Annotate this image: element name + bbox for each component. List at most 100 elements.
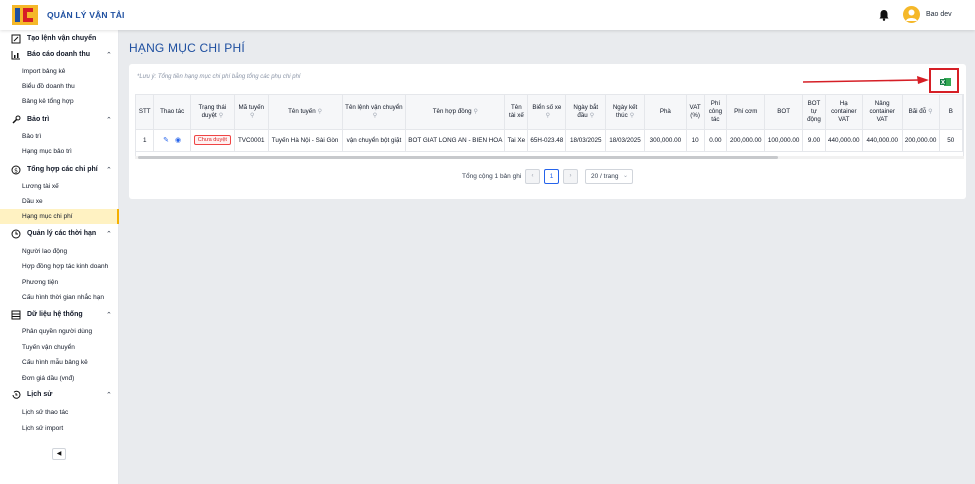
sidebar: Tạo lệnh vận chuyển Báo cáo doanh thu ⌃ … <box>0 30 119 484</box>
sidebar-item-fuel-price[interactable]: Đơn giá dầu (vnđ) <box>0 371 119 386</box>
search-icon[interactable]: ⚲ <box>250 112 254 120</box>
sidebar-item-workers[interactable]: Người lao động <box>0 244 119 259</box>
sidebar-item-vehicles[interactable]: Phương tiện <box>0 275 119 290</box>
user-avatar[interactable] <box>903 6 920 23</box>
search-icon[interactable]: ⚲ <box>474 108 478 116</box>
cell-order-name: vận chuyển bột giặt <box>342 129 407 152</box>
app-header: QUẢN LÝ VẬN TẢI Bao dev <box>0 0 975 30</box>
scrollbar-thumb[interactable] <box>138 156 778 159</box>
caret-left-icon: ◀ <box>56 451 62 457</box>
col-header: Tên tuyến ⚲ <box>268 95 343 130</box>
sidebar-item-driver-salary[interactable]: Lương tài xế <box>0 179 119 194</box>
page-size-value: 20 / trang <box>591 173 619 180</box>
col-header: VAT (%) <box>686 95 705 130</box>
edit-icon[interactable]: ✎ <box>163 136 169 144</box>
col-header: Trạng thái duyệt ⚲ <box>190 95 235 130</box>
collapse-sidebar-button[interactable]: ◀ <box>52 448 66 460</box>
sidebar-group-label: Lịch sử <box>27 391 53 398</box>
cell-start-date: 18/03/2025 <box>565 129 607 152</box>
table-horizontal-scrollbar[interactable] <box>135 156 964 159</box>
sidebar-item-business-contracts[interactable]: Hợp đồng hợp tác kinh doanh <box>0 259 119 274</box>
app-title: QUẢN LÝ VẬN TẢI <box>47 10 125 20</box>
sidebar-group-system-data[interactable]: Dữ liệu hệ thống ⌃ <box>0 308 119 322</box>
col-header: Nâng container VAT <box>862 95 903 130</box>
col-header: Phà <box>644 95 687 130</box>
prev-page-button[interactable]: ‹ <box>525 169 540 184</box>
cell-work-fee: 0.00 <box>704 129 728 152</box>
svg-text:$: $ <box>14 167 18 174</box>
cell-ferry: 300,000.00 <box>644 129 687 152</box>
col-header: BOT <box>764 95 804 130</box>
view-eye-icon[interactable]: ◉ <box>175 136 181 144</box>
sidebar-item-user-permissions[interactable]: Phân quyền người dùng <box>0 324 119 339</box>
cost-table: STT Thao tác Trạng thái duyệt ⚲ Mã tuyến⚲… <box>135 94 964 158</box>
cell-route-code: TVC0001 <box>234 129 269 152</box>
cell-lift-container: 440,000.00 <box>862 129 903 152</box>
col-header: B <box>939 95 963 130</box>
sidebar-group-label: Báo cáo doanh thu <box>27 51 90 58</box>
sidebar-group-revenue-report[interactable]: Báo cáo doanh thu ⌃ <box>0 48 119 62</box>
sidebar-group-label: Dữ liệu hệ thống <box>27 311 83 318</box>
sidebar-group-maintenance[interactable]: Bảo trì ⌃ <box>0 113 119 127</box>
sidebar-item-reminder-config[interactable]: Cấu hình thời gian nhắc hạn <box>0 290 119 305</box>
company-logo[interactable] <box>12 5 38 25</box>
sidebar-group-cost-summary[interactable]: $ Tổng hợp các chi phí ⌃ <box>0 163 119 177</box>
sidebar-item-cost-category[interactable]: Hạng mục chi phí <box>0 209 119 224</box>
cell-vat: 10 <box>686 129 705 152</box>
sidebar-group-deadlines[interactable]: Quản lý các thời hạn ⌃ <box>0 227 119 241</box>
search-icon[interactable]: ⚲ <box>219 112 223 120</box>
col-header: Tên tài xế <box>504 95 529 130</box>
col-header: Thao tác <box>153 95 191 130</box>
content-card: *Lưu ý: Tổng tiền hạng mục chi phí bằng … <box>129 64 966 199</box>
sidebar-item-summary-statement[interactable]: Bảng kê tổng hợp <box>0 94 119 109</box>
history-icon <box>12 390 21 399</box>
clock-icon <box>11 229 21 239</box>
sidebar-group-history[interactable]: Lịch sử ⌃ <box>0 388 119 402</box>
user-name[interactable]: Bao dev <box>926 11 952 18</box>
wrench-icon <box>12 115 21 124</box>
col-header: BOT tự động <box>802 95 826 130</box>
sidebar-item-import-statement[interactable]: Import bảng kê <box>0 64 119 79</box>
sidebar-group-label: Quản lý các thời hạn <box>27 230 97 237</box>
sidebar-item-maintenance[interactable]: Bảo trì <box>0 129 119 144</box>
table-row[interactable]: 1 ✎ ◉ Chưa duyệt TVC0001 Tuyến Hà Nội - S… <box>136 129 963 152</box>
cell-bot: 100,000.00 <box>764 129 804 152</box>
sidebar-item-revenue-chart[interactable]: Biểu đồ doanh thu <box>0 79 119 94</box>
note-text: *Lưu ý: Tổng tiền hạng mục chi phí bằng … <box>137 74 301 80</box>
dollar-icon: $ <box>11 165 21 175</box>
user-icon <box>906 9 917 21</box>
annotation-arrow-icon <box>803 76 929 84</box>
export-highlight-box <box>929 68 959 93</box>
col-header: Bãi đỗ ⚲ <box>902 95 940 130</box>
table-header-row: STT Thao tác Trạng thái duyệt ⚲ Mã tuyến⚲… <box>136 95 963 130</box>
next-page-button[interactable]: › <box>563 169 578 184</box>
search-icon[interactable]: ⚲ <box>373 112 377 120</box>
col-header: Biển số xe⚲ <box>527 95 567 130</box>
notification-bell-icon[interactable] <box>878 9 890 21</box>
search-icon[interactable]: ⚲ <box>630 112 634 120</box>
cell-driver: Tai Xe <box>504 129 529 152</box>
cell-extra: 50 <box>939 129 963 152</box>
cell-stt: 1 <box>136 129 155 152</box>
page-number-button[interactable]: 1 <box>544 169 559 184</box>
sidebar-item-import-history[interactable]: Lịch sử import <box>0 421 119 436</box>
cell-meal-fee: 200,000.00 <box>726 129 766 152</box>
sidebar-item-statement-template[interactable]: Cấu hình mẫu bảng kê <box>0 355 119 370</box>
sidebar-group-label: Tổng hợp các chi phí <box>27 166 98 173</box>
cell-route-name: Tuyến Hà Nội - Sài Gòn <box>268 129 343 152</box>
search-icon[interactable]: ⚲ <box>318 108 322 116</box>
sidebar-item-routes[interactable]: Tuyến vận chuyển <box>0 340 119 355</box>
excel-export-icon[interactable] <box>940 77 951 87</box>
search-icon[interactable]: ⚲ <box>546 112 550 120</box>
search-icon[interactable]: ⚲ <box>928 108 932 116</box>
page-size-select[interactable]: 20 / trang ⌄ <box>585 169 633 184</box>
sidebar-group-create-order[interactable]: Tạo lệnh vận chuyển <box>0 32 119 46</box>
chevron-up-icon: ⌃ <box>106 392 112 399</box>
cell-parking: 200,000.00 <box>902 129 940 152</box>
edit-document-icon <box>11 34 21 44</box>
sidebar-item-fuel[interactable]: Dầu xe <box>0 194 119 209</box>
sidebar-item-maintenance-category[interactable]: Hạng mục bảo trì <box>0 144 119 159</box>
database-icon <box>11 310 21 320</box>
search-icon[interactable]: ⚲ <box>590 112 594 120</box>
sidebar-item-action-history[interactable]: Lịch sử thao tác <box>0 405 119 420</box>
